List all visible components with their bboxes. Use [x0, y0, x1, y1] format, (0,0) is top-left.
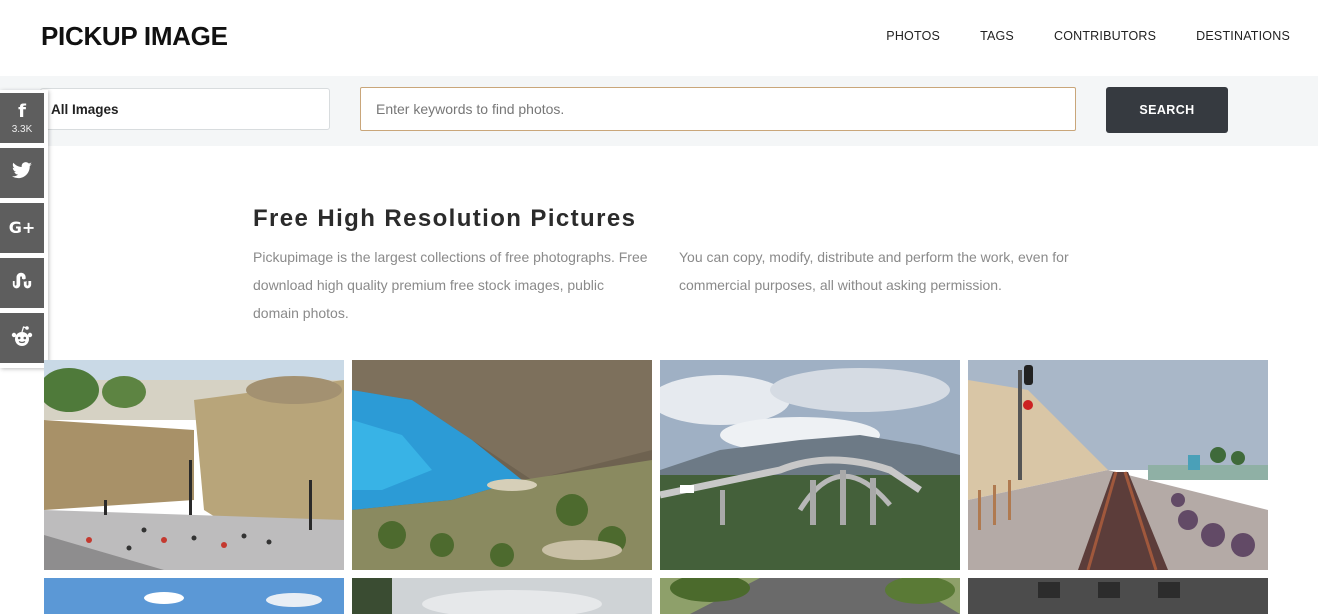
site-logo[interactable]: PICKUP IMAGE: [41, 21, 228, 52]
photo-tile-sky[interactable]: [44, 578, 344, 614]
intro-text-left: Pickupimage is the largest collections o…: [253, 249, 648, 321]
photo-bridge-image: [660, 360, 960, 570]
twitter-icon: [11, 161, 33, 185]
nav-contributors[interactable]: CONTRIBUTORS: [1054, 29, 1156, 43]
site-header: PICKUP IMAGE PHOTOS TAGS CONTRIBUTORS DE…: [0, 0, 1318, 76]
photo-tile-railway[interactable]: [968, 360, 1268, 570]
photo-tile-coast[interactable]: [352, 360, 652, 570]
reddit-icon: [10, 325, 34, 352]
category-label: All Images: [51, 101, 119, 117]
reddit-share-button[interactable]: [0, 313, 44, 363]
photo-house-image: [660, 578, 960, 614]
nav-tags[interactable]: TAGS: [980, 29, 1014, 43]
photo-fortress-image: [44, 360, 344, 570]
photo-railway-image: [968, 360, 1268, 570]
nav-destinations[interactable]: DESTINATIONS: [1196, 29, 1290, 43]
category-dropdown[interactable]: All Images: [40, 88, 330, 130]
intro-text-right: You can copy, modify, distribute and per…: [679, 249, 1069, 293]
photo-tile-bridge[interactable]: [660, 360, 960, 570]
photo-tile-house[interactable]: [660, 578, 960, 614]
twitter-share-button[interactable]: [0, 148, 44, 198]
social-share-bar: f 3.3K G+: [0, 90, 48, 368]
photo-stone-building-image: [968, 578, 1268, 614]
main-nav: PHOTOS TAGS CONTRIBUTORS DESTINATIONS: [846, 29, 1290, 43]
photo-tile-stone-building[interactable]: [968, 578, 1268, 614]
google-plus-icon: G+: [8, 218, 36, 237]
facebook-share-button[interactable]: f 3.3K: [0, 93, 44, 143]
google-plus-share-button[interactable]: G+: [0, 203, 44, 253]
stumbleupon-icon: [11, 272, 33, 295]
search-input[interactable]: [360, 87, 1076, 131]
search-button[interactable]: SEARCH: [1106, 87, 1228, 133]
stumbleupon-share-button[interactable]: [0, 258, 44, 308]
nav-photos[interactable]: PHOTOS: [886, 29, 940, 43]
photo-tile-clouds[interactable]: [352, 578, 652, 614]
photo-coast-image: [352, 360, 652, 570]
photo-sky-image: [44, 578, 344, 614]
photo-tile-fortress[interactable]: [44, 360, 344, 570]
facebook-icon: f: [18, 100, 26, 122]
facebook-share-count: 3.3K: [11, 123, 33, 135]
photo-clouds-image: [352, 578, 652, 614]
search-bar: All Images SEARCH: [0, 76, 1318, 146]
page-title: Free High Resolution Pictures: [253, 205, 637, 232]
